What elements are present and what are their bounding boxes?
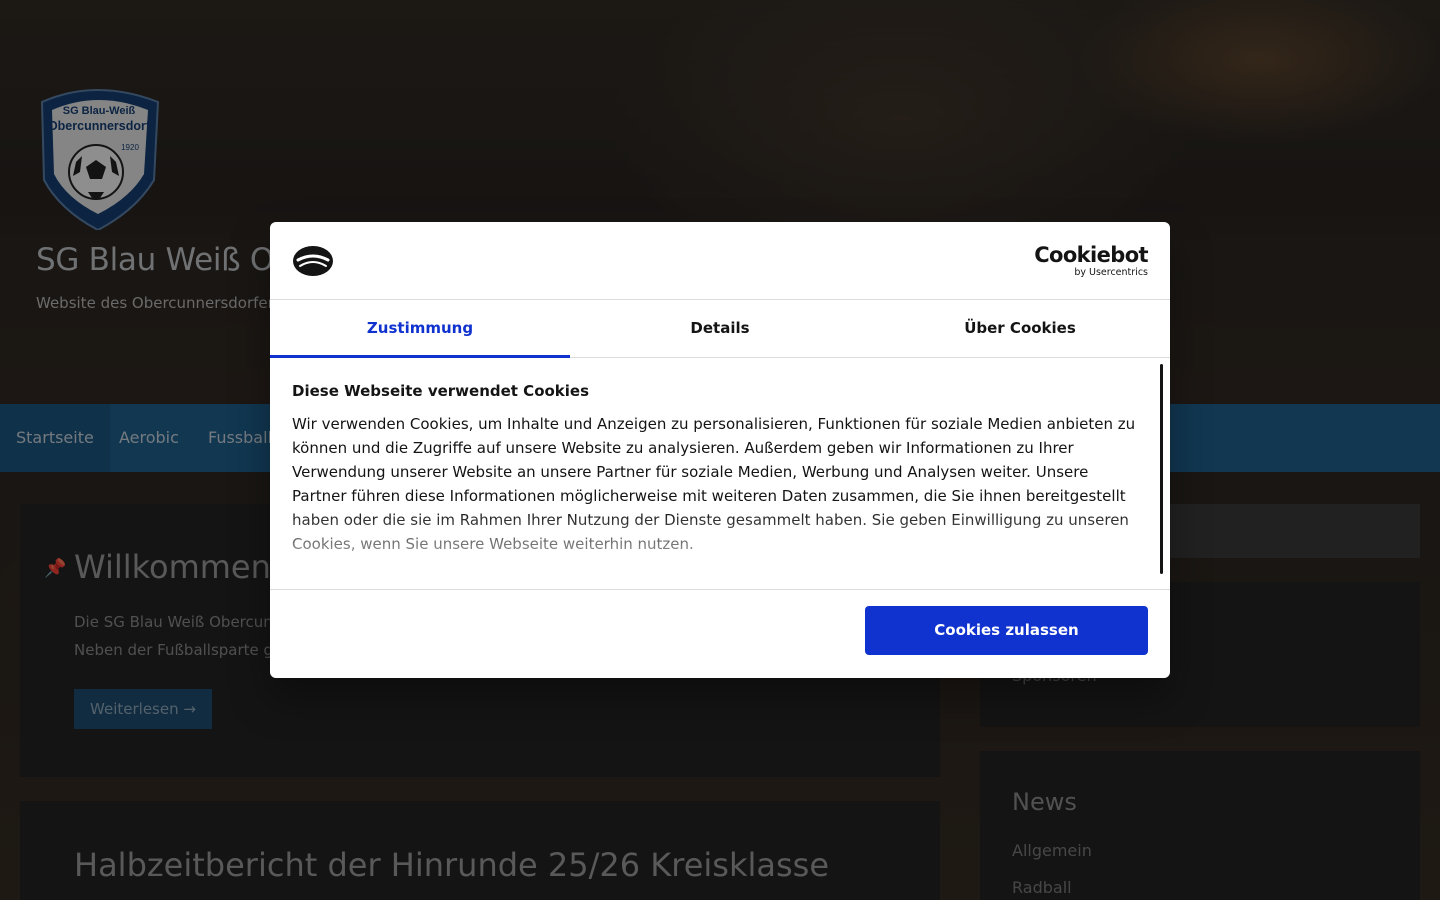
text-fade [292, 510, 1142, 580]
tab-details[interactable]: Details [570, 300, 870, 358]
cookiebot-icon [293, 246, 333, 276]
dialog-tabs: Zustimmung Details Über Cookies [270, 300, 1170, 358]
consent-heading: Diese Webseite verwendet Cookies [292, 382, 590, 400]
cookiebot-brand-name: Cookiebot [1034, 243, 1148, 267]
cookiebot-brand-sub: by Usercentrics [1074, 267, 1148, 278]
dialog-footer: Cookies zulassen [270, 589, 1170, 678]
dialog-body: Diese Webseite verwendet Cookies Wir ver… [292, 380, 1142, 580]
dialog-scrollbar[interactable] [1160, 364, 1163, 574]
tab-zustimmung[interactable]: Zustimmung [270, 300, 570, 358]
cookiebot-brand[interactable]: Cookiebot by Usercentrics [1034, 244, 1148, 278]
dialog-header: Cookiebot by Usercentrics [270, 222, 1170, 300]
cookie-consent-dialog: Cookiebot by Usercentrics Zustimmung Det… [270, 222, 1170, 678]
allow-cookies-button[interactable]: Cookies zulassen [865, 606, 1148, 655]
tab-ueber-cookies[interactable]: Über Cookies [870, 300, 1170, 358]
